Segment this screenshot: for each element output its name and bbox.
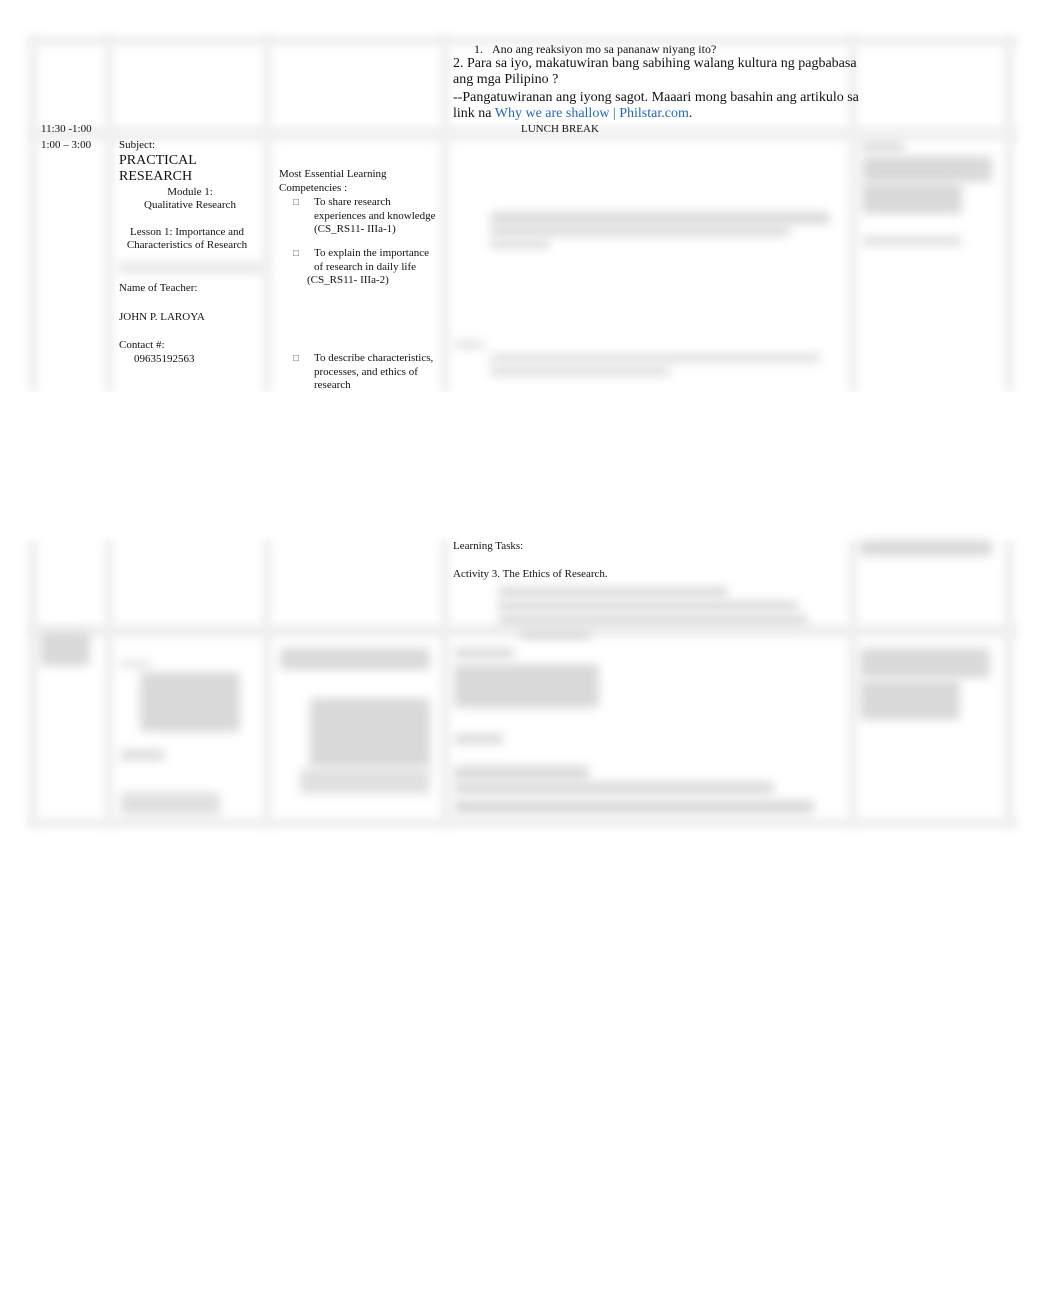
redacted-text (860, 648, 990, 678)
table-col-divider-1 (104, 540, 114, 826)
redacted-text (454, 340, 484, 349)
redacted-text (862, 156, 992, 182)
table-border-right (1004, 36, 1014, 392)
redacted-text (860, 540, 992, 556)
redacted-text (862, 182, 962, 214)
philstar-article-link[interactable]: Why we are shallow | Philstar.com (495, 106, 689, 121)
redacted-text (454, 664, 599, 708)
table-col-divider-4 (848, 540, 858, 826)
square-bullet-icon: □ (293, 197, 300, 208)
table-col-divider-1 (104, 36, 114, 392)
question-1: 1. Ano ang reaksiyon mo sa pananaw niyan… (474, 42, 717, 56)
redacted-text (120, 660, 150, 668)
redacted-text (310, 698, 430, 768)
redacted-text (454, 782, 774, 794)
redacted-text (490, 226, 790, 236)
table-border-right (1004, 540, 1014, 826)
redacted-text (520, 630, 590, 639)
redacted-text (862, 142, 904, 152)
redacted-text (490, 212, 830, 224)
lesson-title: Lesson 1: Importance and Characteristics… (126, 225, 248, 252)
table-border-bottom (28, 818, 1018, 828)
subject-label: Subject: (119, 139, 156, 151)
redacted-text (454, 800, 814, 814)
module-title: Module 1: Qualitative Research (144, 185, 236, 212)
teacher-name: JOHN P. LAROYA (119, 310, 205, 323)
redacted-text (300, 768, 430, 794)
table-col-divider-3 (440, 540, 450, 826)
redacted-text (120, 750, 165, 760)
competencies-heading: Most Essential Learning Competencies : (279, 168, 387, 194)
redacted-text (120, 792, 220, 816)
table-border-left (28, 36, 38, 392)
redacted-text (280, 648, 430, 670)
subject-name: PRACTICAL RESEARCH (119, 152, 197, 184)
contact-number: 09635192563 (134, 352, 195, 365)
page-cutoff (0, 392, 1062, 540)
redacted-text (454, 734, 504, 744)
table-border-left (28, 540, 38, 826)
lunch-break-label: LUNCH BREAK (521, 123, 599, 135)
redacted-text (40, 632, 90, 666)
table-col-divider-2 (262, 36, 272, 392)
time-slot-lunch: 11:30 -1:00 (41, 123, 92, 135)
contact-label: Contact #: (119, 339, 165, 351)
redacted-text (140, 672, 240, 732)
redacted-text (454, 648, 514, 658)
learning-tasks-label: Learning Tasks: (453, 540, 524, 552)
redacted-text (862, 236, 962, 246)
redacted-text (860, 680, 960, 720)
table-col-divider-3 (440, 36, 450, 392)
redacted-text (498, 601, 798, 611)
redacted-text (118, 263, 264, 272)
question-2: 2. Para sa iyo, makatuwiran bang sabihin… (453, 56, 857, 87)
answer-instruction: --Pangatuwiranan ang iyong sagot. Maaari… (453, 90, 859, 121)
table-col-divider-2 (262, 540, 272, 826)
redacted-text (490, 353, 820, 363)
teacher-info: Name of Teacher: JOHN P. LAROYA Contact … (119, 282, 259, 366)
square-bullet-icon: □ (293, 248, 300, 259)
redacted-text (490, 366, 670, 376)
teacher-label: Name of Teacher: (119, 282, 198, 294)
redacted-text (498, 615, 808, 625)
time-slot-afternoon: 1:00 – 3:00 (41, 139, 92, 151)
subject-cell: Subject: PRACTICAL RESEARCH Module 1: Qu… (119, 139, 259, 253)
redacted-text (454, 766, 589, 780)
redacted-text (490, 240, 550, 248)
square-bullet-icon: □ (293, 353, 300, 364)
redacted-text (498, 587, 728, 597)
activity-title: Activity 3. The Ethics of Research. (453, 568, 608, 580)
